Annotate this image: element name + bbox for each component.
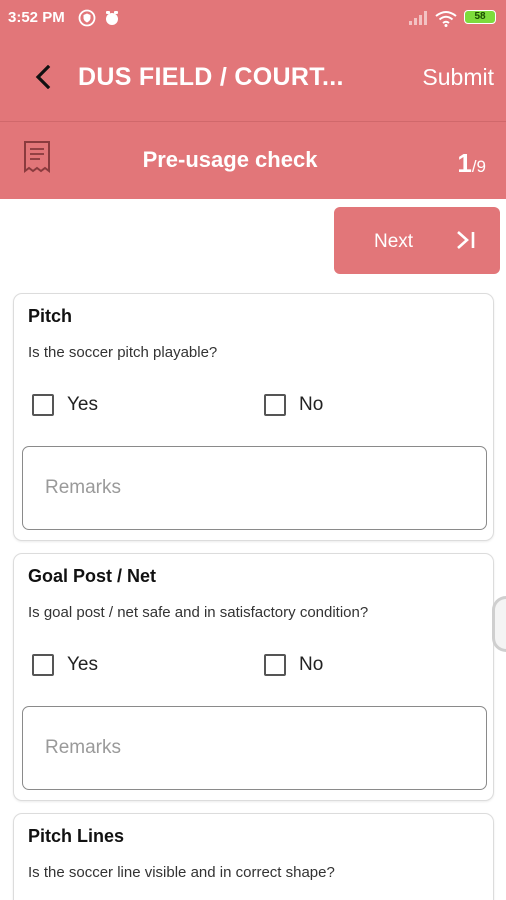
status-time: 3:52 PM [8,9,65,26]
page-title: DUS FIELD / COURT... [78,63,344,91]
no-checkbox[interactable]: No [264,652,323,678]
edge-scroll-handle[interactable] [492,596,506,652]
submit-button[interactable]: Submit [422,64,494,91]
no-label: No [299,394,324,415]
back-button[interactable] [28,62,58,92]
battery-icon: 58 [464,10,496,24]
checkbox-box[interactable] [32,394,54,416]
checklist-card-pitch-lines: Pitch Lines Is the soccer line visible a… [13,813,494,900]
page-counter: 1/9 [457,148,486,179]
card-question: Is the soccer line visible and in correc… [28,864,335,881]
no-checkbox[interactable]: No [264,392,323,418]
card-question: Is the soccer pitch playable? [28,344,218,361]
card-title: Pitch [28,306,73,326]
remarks-input[interactable] [22,706,487,790]
next-button[interactable]: Next [334,207,500,274]
signal-icon [408,9,430,27]
yes-label: Yes [67,394,98,415]
alarm-icon [104,9,120,27]
card-title: Goal Post / Net [28,566,157,586]
section-title: Pre-usage check [142,147,318,172]
page-total: /9 [471,157,486,176]
page-current: 1 [457,148,472,178]
no-label: No [299,654,324,675]
skip-next-icon [455,229,477,256]
status-bar: 3:52 PM 58 [0,0,506,36]
checklist-card-goal-post: Goal Post / Net Is goal post / net safe … [13,553,494,801]
checkbox-box[interactable] [264,654,286,676]
yes-checkbox[interactable]: Yes [32,392,98,418]
app-bar: 3:52 PM 58 DUS FIELD / COURT... Submit [0,0,506,121]
back-arrow-icon [35,65,51,89]
shield-icon [78,9,96,27]
checklist-header: Pre-usage check 1/9 [0,121,506,199]
remarks-input[interactable] [22,446,487,530]
card-question: Is goal post / net safe and in satisfact… [28,604,369,621]
checklist-card-pitch: Pitch Is the soccer pitch playable? Yes … [13,293,494,541]
yes-checkbox[interactable]: Yes [32,652,98,678]
card-title: Pitch Lines [28,826,125,846]
checkbox-box[interactable] [32,654,54,676]
checkbox-box[interactable] [264,394,286,416]
yes-label: Yes [67,654,98,675]
wifi-icon [435,9,457,27]
next-button-label: Next [374,231,414,252]
